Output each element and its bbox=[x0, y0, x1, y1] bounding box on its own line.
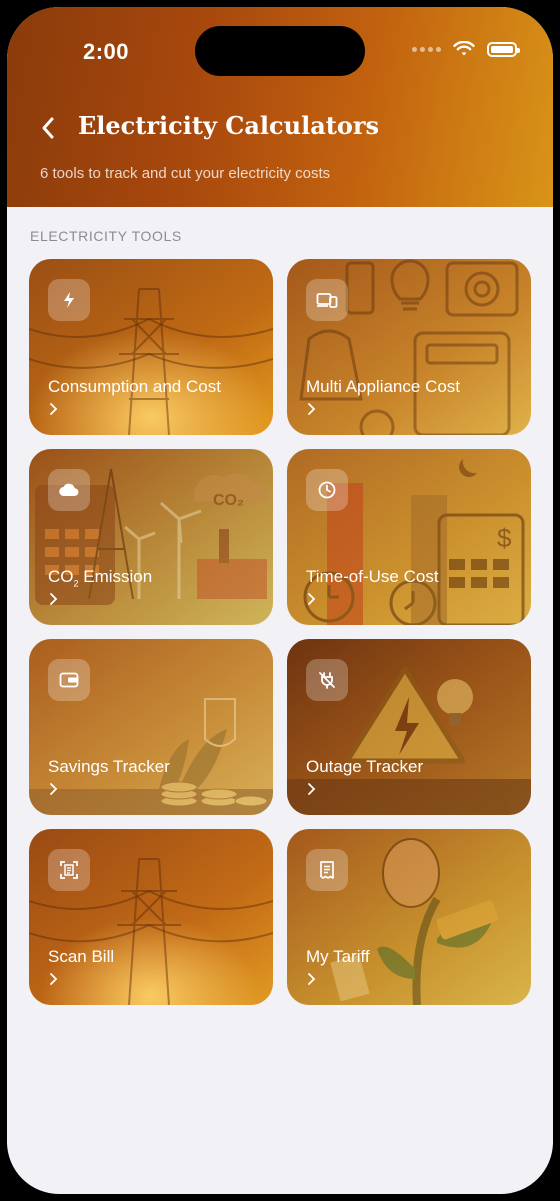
cloud-icon bbox=[48, 469, 90, 511]
tool-card-scan-bill[interactable]: Scan Bill bbox=[29, 829, 273, 1005]
phone-frame: 2:00 Electricity Calculators 6 tools to … bbox=[0, 0, 560, 1201]
chevron-right-icon bbox=[50, 973, 58, 985]
chevron-right-icon bbox=[308, 783, 316, 795]
plug-off-icon bbox=[306, 659, 348, 701]
tool-card-outage-tracker[interactable]: Outage Tracker bbox=[287, 639, 531, 815]
signal-icon bbox=[412, 46, 441, 52]
clock-icon bbox=[306, 469, 348, 511]
chevron-right-icon bbox=[308, 593, 316, 605]
screen: 2:00 Electricity Calculators 6 tools to … bbox=[7, 7, 553, 1194]
wifi-icon bbox=[453, 41, 475, 56]
tool-card-savings-tracker[interactable]: Savings Tracker bbox=[29, 639, 273, 815]
tool-label: Savings Tracker bbox=[48, 757, 170, 776]
chevron-right-icon bbox=[308, 403, 316, 415]
tool-label: Outage Tracker bbox=[306, 757, 424, 776]
status-icons bbox=[412, 41, 520, 57]
tool-label: Time-of-Use Cost bbox=[306, 567, 439, 586]
status-time: 2:00 bbox=[83, 39, 130, 64]
battery-icon bbox=[487, 41, 520, 57]
bolt-icon bbox=[48, 279, 90, 321]
tool-label: CO2 Emission bbox=[48, 567, 153, 589]
tool-card-multi-appliance[interactable]: Multi Appliance Cost bbox=[287, 259, 531, 435]
chevron-right-icon bbox=[50, 783, 58, 795]
header: 2:00 Electricity Calculators 6 tools to … bbox=[7, 7, 553, 207]
scan-icon bbox=[48, 849, 90, 891]
tool-label: Consumption and Cost bbox=[48, 377, 221, 396]
section-label: ELECTRICITY TOOLS bbox=[30, 228, 182, 244]
chevron-right-icon bbox=[50, 403, 58, 415]
dynamic-island bbox=[195, 26, 365, 76]
back-button[interactable] bbox=[33, 113, 63, 143]
svg-text:$: $ bbox=[497, 523, 512, 553]
chevron-left-icon bbox=[42, 117, 54, 139]
chevron-right-icon bbox=[308, 973, 316, 985]
page-title: Electricity Calculators bbox=[78, 111, 380, 140]
wallet-icon bbox=[48, 659, 90, 701]
page-subtitle: 6 tools to track and cut your electricit… bbox=[40, 165, 331, 182]
chevron-right-icon bbox=[50, 593, 58, 605]
receipt-icon bbox=[306, 849, 348, 891]
tool-label: My Tariff bbox=[306, 947, 370, 966]
tool-card-time-of-use[interactable]: $ Time-of-Use Cost bbox=[287, 449, 531, 625]
tool-label: Scan Bill bbox=[48, 947, 115, 966]
tool-card-consumption-cost[interactable]: Consumption and Cost bbox=[29, 259, 273, 435]
tool-label: Multi Appliance Cost bbox=[306, 377, 461, 396]
devices-icon bbox=[306, 279, 348, 321]
svg-text:CO₂: CO₂ bbox=[213, 492, 244, 509]
tool-card-co2-emission[interactable]: CO₂ CO2 Emission bbox=[29, 449, 273, 625]
tool-card-my-tariff[interactable]: My Tariff bbox=[287, 829, 531, 1005]
